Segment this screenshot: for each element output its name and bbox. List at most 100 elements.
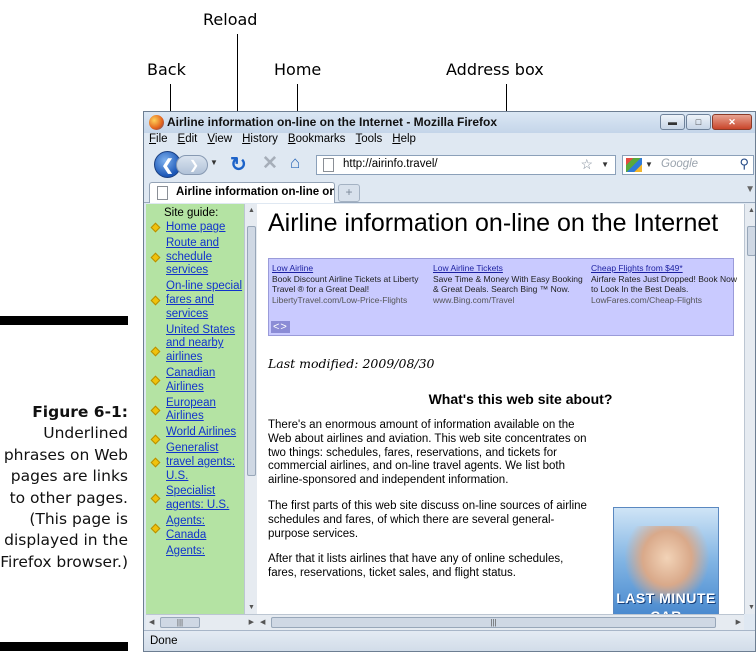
ad-nav-arrows[interactable]: <> (271, 321, 290, 333)
menu-bookmarks[interactable]: Bookmarks (288, 133, 346, 150)
sidebar-link-generalist[interactable]: Generalist travel agents: U.S. (166, 442, 244, 483)
list-item: European Airlines (146, 397, 244, 425)
window-controls: ▬ □ ✕ (660, 114, 752, 130)
site-guide-sidebar: Site guide: Home page Route and schedule… (146, 204, 244, 614)
sidebar-link-specialist[interactable]: Specialist agents: U.S. (166, 485, 244, 513)
tab-title: Airline information on-line on th... (176, 186, 335, 198)
scrollbar-thumb[interactable] (747, 226, 755, 256)
menu-file[interactable]: File (149, 133, 168, 150)
ad-title[interactable]: Low Airline (272, 263, 424, 274)
bullet-icon (150, 405, 161, 416)
bullet-icon (150, 493, 161, 504)
search-placeholder: Google (661, 158, 699, 170)
site-guide-heading: Site guide: (164, 207, 219, 219)
search-box[interactable]: ▼ Google ⚲ (622, 155, 754, 175)
sidebar-link-world[interactable]: World Airlines (166, 426, 244, 440)
new-tab-button[interactable]: + (338, 184, 360, 202)
bullet-icon (150, 222, 161, 233)
figure-caption-label: Figure 6-1: (32, 403, 128, 421)
search-engine-icon[interactable] (626, 158, 642, 172)
paragraph: There's an enormous amount of informatio… (268, 419, 587, 487)
menu-view[interactable]: View (207, 133, 232, 150)
bullet-icon (150, 295, 161, 306)
sidebar-link-route-schedule[interactable]: Route and schedule services (166, 237, 244, 278)
scrollbar-thumb[interactable]: ||| (160, 617, 200, 628)
ad-description: Book Discount Airline Tickets at Liberty… (272, 273, 419, 295)
callout-reload: Reload (203, 10, 258, 29)
menu-edit[interactable]: Edit (178, 133, 198, 150)
maximize-icon[interactable]: □ (686, 114, 711, 130)
sidebar-link-home-page[interactable]: Home page (166, 221, 244, 235)
paragraph: The first parts of this web site discuss… (268, 499, 587, 540)
browser-window: Airline information on-line on the Inter… (143, 111, 756, 652)
ad-url: LowFares.com/Cheap-Flights (591, 294, 703, 305)
list-item: United States and nearby airlines (146, 324, 244, 365)
figure-caption-text: Underlined phrases on Web pages are link… (0, 424, 128, 571)
forward-arrow-icon[interactable]: ❯ (176, 155, 208, 175)
title-bar[interactable]: Airline information on-line on the Inter… (144, 112, 755, 133)
bookmark-star-icon[interactable]: ☆ (580, 156, 593, 173)
callout-home: Home (274, 60, 322, 79)
address-box[interactable]: http://airinfo.travel/ ☆ ▼ (316, 155, 616, 175)
sidebar-horizontal-scrollbar[interactable]: ◀ ||| ▶ (146, 614, 257, 630)
ad-title[interactable]: Cheap Flights from $49* (591, 263, 743, 274)
bullet-icon (150, 375, 161, 386)
history-dropdown-icon[interactable]: ▼ (210, 158, 218, 167)
page-icon (323, 158, 334, 172)
bullet-icon (150, 346, 161, 357)
tab-airline-information[interactable]: Airline information on-line on th... (149, 182, 335, 203)
scroll-right-icon[interactable]: ▶ (736, 618, 741, 626)
caption-bottom-bar (0, 642, 128, 651)
car-rental-banner-image[interactable]: LAST MINUTE CAR RENTALS (613, 507, 719, 640)
scroll-left-icon[interactable]: ◀ (149, 618, 154, 626)
ad-item[interactable]: Cheap Flights from $49* Airfare Rates Ju… (591, 263, 743, 305)
sidebar-link-special-fares[interactable]: On-line special fares and services (166, 280, 244, 321)
menu-history[interactable]: History (242, 133, 278, 150)
list-item: Canadian Airlines (146, 367, 244, 395)
scroll-up-icon[interactable]: ▲ (248, 207, 255, 214)
sidebar-link-agents-canada[interactable]: Agents: Canada (166, 515, 244, 543)
list-item: Agents: (146, 545, 244, 559)
scroll-down-icon[interactable]: ▼ (248, 604, 255, 611)
firefox-logo-icon (149, 115, 164, 130)
sidebar-link-canadian[interactable]: Canadian Airlines (166, 367, 244, 395)
page-vertical-scrollbar[interactable]: ▲ ▼ (744, 204, 755, 614)
page-horizontal-scrollbar[interactable]: ◀ ||| ▶ (257, 614, 744, 630)
url-dropdown-icon[interactable]: ▼ (601, 160, 609, 169)
ad-description: Airfare Rates Just Dropped! Book Now to … (591, 273, 737, 295)
stop-icon[interactable]: ✕ (262, 152, 278, 175)
sidebar-link-agents[interactable]: Agents: (166, 545, 244, 559)
scrollbar-thumb[interactable] (247, 226, 256, 476)
list-item: Home page (146, 221, 244, 235)
search-icon[interactable]: ⚲ (739, 156, 749, 172)
scrollbar-thumb[interactable]: ||| (271, 617, 716, 628)
close-icon[interactable]: ✕ (712, 114, 752, 130)
page-title: Airline information on-line on the Inter… (268, 209, 719, 237)
caption-top-bar (0, 316, 128, 325)
ad-item[interactable]: Low Airline Tickets Save Time & Money Wi… (433, 263, 585, 305)
bullet-icon (150, 457, 161, 468)
menu-help[interactable]: Help (392, 133, 416, 150)
section-heading: What's this web site about? (428, 391, 613, 407)
scroll-left-icon[interactable]: ◀ (260, 618, 265, 626)
last-modified: Last modified: 2009/08/30 (268, 356, 435, 371)
list-item: World Airlines (146, 426, 244, 445)
ad-title[interactable]: Low Airline Tickets (433, 263, 585, 274)
home-icon[interactable]: ⌂ (290, 153, 300, 173)
menu-tools[interactable]: Tools (355, 133, 382, 150)
status-text: Done (150, 635, 178, 647)
reload-icon[interactable]: ↻ (230, 152, 247, 177)
minimize-icon[interactable]: ▬ (660, 114, 685, 130)
sidebar-link-european[interactable]: European Airlines (166, 397, 244, 425)
scroll-up-icon[interactable]: ▲ (748, 207, 755, 214)
scroll-down-icon[interactable]: ▼ (748, 604, 755, 611)
sidebar-vertical-scrollbar[interactable]: ▲ ▼ (244, 204, 257, 614)
bullet-icon (150, 252, 161, 263)
ad-item[interactable]: Low Airline Book Discount Airline Ticket… (272, 263, 424, 305)
scroll-right-icon[interactable]: ▶ (249, 618, 254, 626)
callout-back: Back (147, 60, 186, 79)
sidebar-link-us-airlines[interactable]: United States and nearby airlines (166, 324, 244, 365)
list-item: Agents: Canada (146, 515, 244, 543)
tab-scroll-icon[interactable]: ▼ (745, 184, 755, 195)
search-engine-dropdown-icon[interactable]: ▼ (645, 160, 653, 169)
